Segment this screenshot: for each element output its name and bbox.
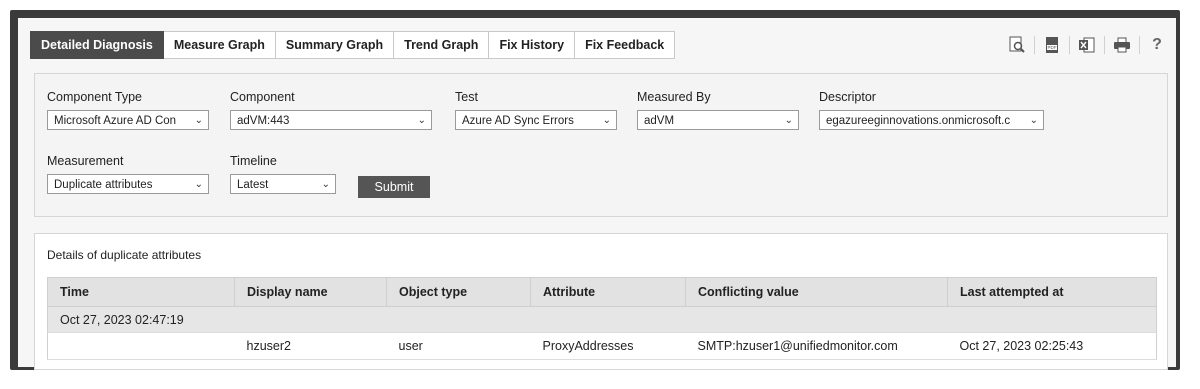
column-header-conflicting-value[interactable]: Conflicting value	[685, 277, 948, 307]
column-header-display-name[interactable]: Display name	[234, 277, 387, 307]
timeline-value: Latest	[237, 179, 269, 191]
column-header-object-type[interactable]: Object type	[386, 277, 531, 307]
tab-fix-history[interactable]: Fix History	[489, 31, 576, 59]
tab-bar: Detailed Diagnosis Measure Graph Summary…	[30, 31, 676, 59]
measurement-select[interactable]: Duplicate attributes ⌄	[47, 174, 209, 194]
chevron-down-icon: ⌄	[417, 115, 426, 126]
toolbar-divider	[1139, 36, 1140, 54]
descriptor-value: egazureeginnovations.onmicrosoft.c	[826, 115, 1011, 127]
measured-by-field: Measured By adVM ⌄	[637, 90, 799, 130]
chevron-down-icon: ⌄	[1029, 115, 1038, 126]
cell-time	[47, 332, 235, 360]
test-select[interactable]: Azure AD Sync Errors ⌄	[455, 110, 617, 130]
toolbar-divider	[1069, 36, 1070, 54]
chevron-down-icon: ⌄	[194, 115, 203, 126]
descriptor-label: Descriptor	[819, 90, 876, 104]
toolbar-divider	[1034, 36, 1035, 54]
measurement-label: Measurement	[47, 154, 124, 168]
column-header-attribute[interactable]: Attribute	[530, 277, 686, 307]
descriptor-field: Descriptor egazureeginnovations.onmicros…	[819, 90, 1044, 130]
chevron-down-icon: ⌄	[194, 179, 203, 190]
descriptor-select[interactable]: egazureeginnovations.onmicrosoft.c ⌄	[819, 110, 1044, 130]
toolbar: PDF ?	[1006, 34, 1168, 56]
table-group-row: Oct 27, 2023 02:47:19	[47, 306, 1157, 333]
component-value: adVM:443	[237, 115, 290, 127]
measured-by-select[interactable]: adVM ⌄	[637, 110, 799, 130]
measured-by-label: Measured By	[637, 90, 711, 104]
cell-attribute: ProxyAddresses	[530, 332, 686, 360]
component-type-value: Microsoft Azure AD Con	[54, 115, 177, 127]
table-row: hzuser2 user ProxyAddresses SMTP:hzuser1…	[47, 332, 1157, 360]
timeline-field: Timeline Latest ⌄	[230, 154, 336, 194]
component-type-field: Component Type Microsoft Azure AD Con ⌄	[47, 90, 209, 130]
results-table: Time Display name Object type Attribute …	[47, 277, 1157, 360]
tab-measure-graph[interactable]: Measure Graph	[163, 31, 276, 59]
submit-button[interactable]: Submit	[358, 176, 430, 198]
toolbar-divider	[1104, 36, 1105, 54]
component-label: Component	[230, 90, 295, 104]
excel-icon[interactable]	[1076, 34, 1098, 56]
tab-summary-graph[interactable]: Summary Graph	[275, 31, 395, 59]
column-header-time[interactable]: Time	[47, 277, 235, 307]
measurement-value: Duplicate attributes	[54, 179, 153, 191]
cell-display-name: hzuser2	[234, 332, 387, 360]
test-field: Test Azure AD Sync Errors ⌄	[455, 90, 617, 130]
group-time: Oct 27, 2023 02:47:19	[47, 306, 1157, 333]
svg-text:PDF: PDF	[1048, 45, 1057, 50]
cell-object-type: user	[386, 332, 531, 360]
content-area: Detailed Diagnosis Measure Graph Summary…	[18, 18, 1176, 370]
tab-fix-feedback[interactable]: Fix Feedback	[575, 31, 676, 59]
test-label: Test	[455, 90, 478, 104]
filter-panel: Component Type Microsoft Azure AD Con ⌄ …	[34, 73, 1168, 217]
results-caption: Details of duplicate attributes	[47, 248, 202, 262]
chevron-down-icon: ⌄	[784, 115, 793, 126]
cell-conflicting-value: SMTP:hzuser1@unifiedmonitor.com	[685, 332, 948, 360]
pdf-icon[interactable]: PDF	[1041, 34, 1063, 56]
component-type-select[interactable]: Microsoft Azure AD Con ⌄	[47, 110, 209, 130]
column-header-last-attempted[interactable]: Last attempted at	[947, 277, 1157, 307]
tab-detailed-diagnosis[interactable]: Detailed Diagnosis	[30, 31, 164, 59]
component-select[interactable]: adVM:443 ⌄	[230, 110, 432, 130]
chevron-down-icon: ⌄	[602, 115, 611, 126]
cell-last-attempted: Oct 27, 2023 02:25:43	[947, 332, 1157, 360]
tab-trend-graph[interactable]: Trend Graph	[394, 31, 490, 59]
results-panel: Details of duplicate attributes Time Dis…	[34, 233, 1168, 370]
print-icon[interactable]	[1111, 34, 1133, 56]
timeline-label: Timeline	[230, 154, 277, 168]
test-value: Azure AD Sync Errors	[462, 115, 574, 127]
component-type-label: Component Type	[47, 90, 142, 104]
measurement-field: Measurement Duplicate attributes ⌄	[47, 154, 209, 194]
timeline-select[interactable]: Latest ⌄	[230, 174, 336, 194]
chevron-down-icon: ⌄	[321, 179, 330, 190]
help-icon[interactable]: ?	[1146, 34, 1168, 56]
component-field: Component adVM:443 ⌄	[230, 90, 432, 130]
table-header-row: Time Display name Object type Attribute …	[47, 277, 1157, 307]
search-report-icon[interactable]	[1006, 34, 1028, 56]
measured-by-value: adVM	[644, 115, 675, 127]
